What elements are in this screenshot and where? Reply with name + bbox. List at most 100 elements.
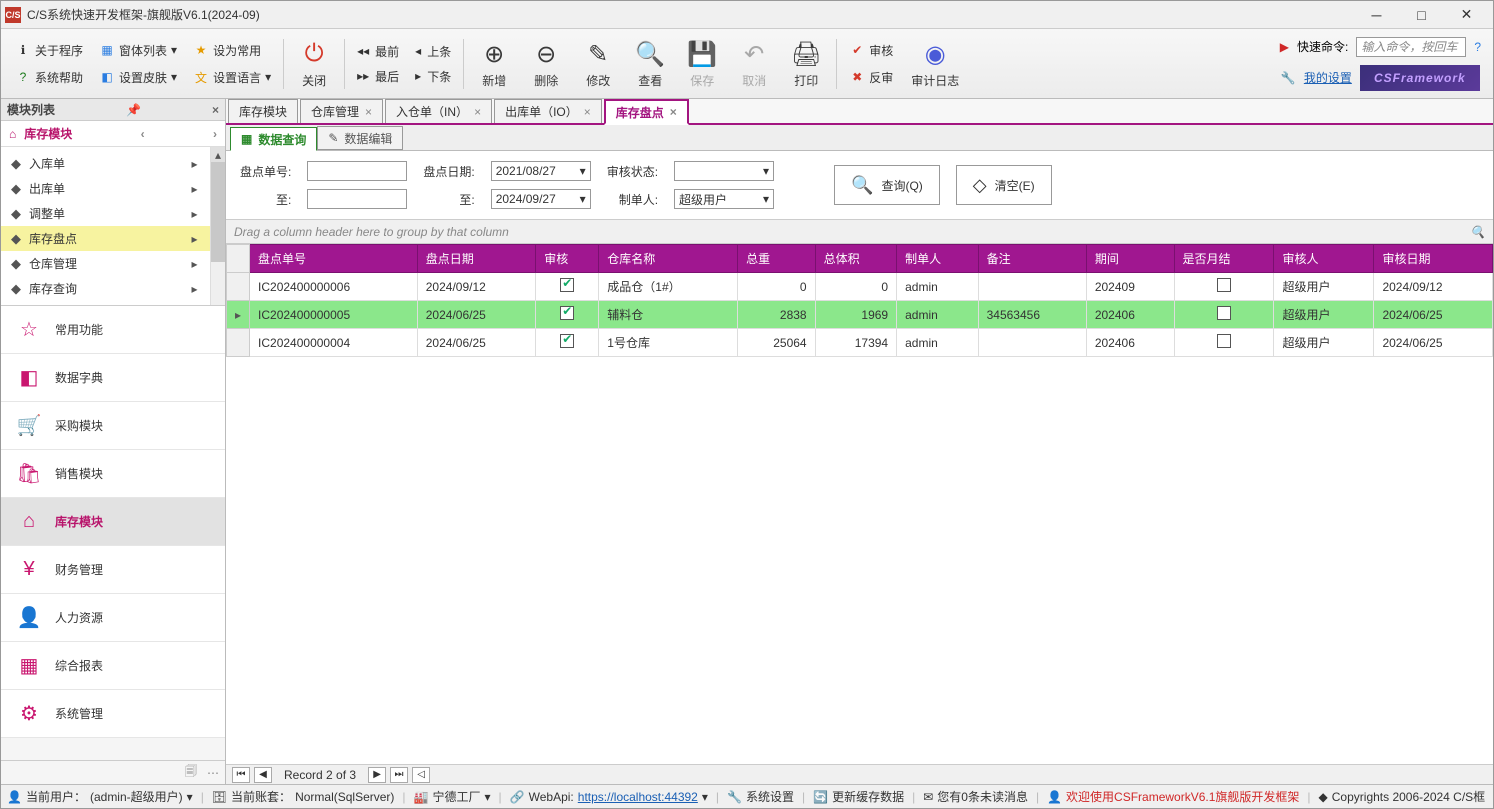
about-button[interactable]: ℹ关于程序 (11, 40, 87, 61)
sidebar-item[interactable]: ◆出库单▸ (1, 176, 210, 201)
print-button[interactable]: 🖨打印 (780, 29, 832, 98)
status-msg[interactable]: 您有0条未读消息 (937, 788, 1028, 805)
status-refresh[interactable]: 更新缓存数据 (832, 788, 904, 805)
column-header[interactable]: 审核 (536, 245, 599, 273)
column-header[interactable]: 审核人 (1274, 245, 1374, 273)
audit-log-button[interactable]: ◉ 审计日志 (901, 29, 969, 98)
data-grid[interactable]: 盘点单号盘点日期审核仓库名称总重总体积制单人备注期间是否月结审核人审核日期IC2… (226, 244, 1493, 764)
pager-back[interactable]: ◁ (412, 767, 430, 783)
tab[interactable]: 仓库管理× (300, 99, 383, 123)
sidebar-scrollbar[interactable]: ▴ (210, 147, 225, 305)
filter-status[interactable]: ▾ (674, 161, 774, 181)
cancel-button[interactable]: ↶取消 (728, 29, 780, 98)
column-header[interactable]: 总重 (738, 245, 815, 273)
dropdown-icon[interactable]: ▾ (702, 790, 708, 804)
add-button[interactable]: ⊕新增 (468, 29, 520, 98)
nav-prev[interactable]: ◂上条 (415, 43, 451, 60)
sidebar-item[interactable]: ◆库存盘点▸ (1, 226, 210, 251)
audit-button[interactable]: ✔审核 (845, 40, 897, 61)
column-header[interactable]: 盘点日期 (417, 245, 535, 273)
close-panel-icon[interactable]: × (212, 103, 219, 117)
lang-button[interactable]: 文设置语言▾ (189, 67, 275, 88)
pin-icon[interactable]: 📌 (126, 103, 141, 117)
scroll-thumb[interactable] (211, 162, 225, 262)
quick-command-input[interactable]: 输入命令，按回车 (1356, 37, 1466, 57)
column-header[interactable]: 盘点单号 (250, 245, 418, 273)
nav-last[interactable]: ▸▸最后 (357, 68, 399, 85)
column-header[interactable]: 备注 (978, 245, 1086, 273)
sidebar-item[interactable]: ◆调整单▸ (1, 201, 210, 226)
more-icon[interactable]: ⋯ (207, 766, 219, 780)
pager-prev[interactable]: ◀ (254, 767, 272, 783)
tab[interactable]: 出库单（IO）× (494, 99, 602, 123)
group-hint-bar[interactable]: Drag a column header here to group by th… (226, 220, 1493, 244)
dropdown-icon[interactable]: ▾ (187, 790, 193, 804)
clear-button[interactable]: ◇清空(E) (956, 165, 1052, 205)
scroll-up-icon[interactable]: ▴ (211, 147, 225, 162)
dropdown-icon[interactable]: ▾ (485, 790, 491, 804)
checkbox[interactable] (1217, 278, 1231, 292)
tab-close-icon[interactable]: × (670, 105, 677, 119)
nav-next[interactable]: ▸下条 (415, 68, 451, 85)
sidebar-module[interactable]: ¥财务管理 (1, 546, 225, 594)
sidebar-module[interactable]: 👤人力资源 (1, 594, 225, 642)
checkbox[interactable] (560, 306, 574, 320)
column-header[interactable]: 审核日期 (1374, 245, 1493, 273)
sidebar-module[interactable]: ⚙系统管理 (1, 690, 225, 738)
column-header[interactable]: 制单人 (897, 245, 979, 273)
search-icon[interactable]: 🔍 (1470, 225, 1485, 239)
unaudit-button[interactable]: ✖反审 (845, 67, 897, 88)
status-webapi[interactable]: https://localhost:44392 (578, 790, 698, 804)
help-button[interactable]: ?系统帮助 (11, 67, 87, 88)
minimize-button[interactable]: ─ (1354, 1, 1399, 29)
sidebar-module[interactable]: 🛒采购模块 (1, 402, 225, 450)
pager-last[interactable]: ⏭ (390, 767, 408, 783)
status-sys[interactable]: 系统设置 (746, 788, 794, 805)
filter-docno-to-input[interactable] (307, 189, 407, 209)
sidebar-item[interactable]: ◆入库单▸ (1, 151, 210, 176)
filter-maker[interactable]: 超级用户▾ (674, 189, 774, 209)
checkbox[interactable] (1217, 334, 1231, 348)
tab-close-icon[interactable]: × (474, 105, 481, 119)
checkbox[interactable] (560, 334, 574, 348)
pager-next[interactable]: ▶ (368, 767, 386, 783)
column-header[interactable]: 仓库名称 (599, 245, 738, 273)
skin-button[interactable]: ◧设置皮肤▾ (95, 67, 181, 88)
sidebar-item[interactable]: ◆仓库管理▸ (1, 251, 210, 276)
table-row[interactable]: ▸IC2024000000052024/06/25辅料仓28381969admi… (227, 301, 1493, 329)
favorite-button[interactable]: ★设为常用 (189, 40, 275, 61)
my-settings-link[interactable]: 我的设置 (1304, 69, 1352, 86)
tab[interactable]: 库存模块 (228, 99, 298, 123)
sidebar-module[interactable]: ▦综合报表 (1, 642, 225, 690)
edit-button[interactable]: ✎修改 (572, 29, 624, 98)
subtab[interactable]: ▦数据查询 (230, 127, 317, 151)
filter-date-from[interactable]: 2021/08/27▾ (491, 161, 591, 181)
close-button[interactable]: ⏻ 关闭 (288, 29, 340, 98)
tab[interactable]: 库存盘点× (604, 99, 689, 125)
checkbox[interactable] (560, 278, 574, 292)
tab-close-icon[interactable]: × (365, 105, 372, 119)
table-row[interactable]: IC2024000000062024/09/12成品仓（1#）00admin20… (227, 273, 1493, 301)
sidebar-category[interactable]: ⌂ 库存模块 ‹ › (1, 121, 225, 147)
query-button[interactable]: 🔍查询(Q) (834, 165, 940, 205)
column-header[interactable]: 期间 (1086, 245, 1174, 273)
sidebar-module[interactable]: ◧数据字典 (1, 354, 225, 402)
table-row[interactable]: IC2024000000042024/06/251号仓库2506417394ad… (227, 329, 1493, 357)
sidebar-item[interactable]: ◆库存查询▸ (1, 276, 210, 301)
checkbox[interactable] (1217, 306, 1231, 320)
column-header[interactable]: 是否月结 (1174, 245, 1274, 273)
forms-list-button[interactable]: ▦窗体列表▾ (95, 40, 181, 61)
filter-docno-input[interactable] (307, 161, 407, 181)
view-button[interactable]: 🔍查看 (624, 29, 676, 98)
save-button[interactable]: 💾保存 (676, 29, 728, 98)
column-header[interactable]: 总体积 (815, 245, 897, 273)
filter-date-to[interactable]: 2024/09/27▾ (491, 189, 591, 209)
nav-first[interactable]: ◂◂最前 (357, 43, 399, 60)
copy-icon[interactable]: 🗐 (185, 762, 197, 783)
subtab[interactable]: ✎数据编辑 (317, 126, 403, 150)
pager-first[interactable]: ⏮ (232, 767, 250, 783)
delete-button[interactable]: ⊖删除 (520, 29, 572, 98)
tab[interactable]: 入仓单（IN）× (385, 99, 492, 123)
help-circle-icon[interactable]: ? (1474, 40, 1481, 54)
close-window-button[interactable]: ✕ (1444, 1, 1489, 29)
